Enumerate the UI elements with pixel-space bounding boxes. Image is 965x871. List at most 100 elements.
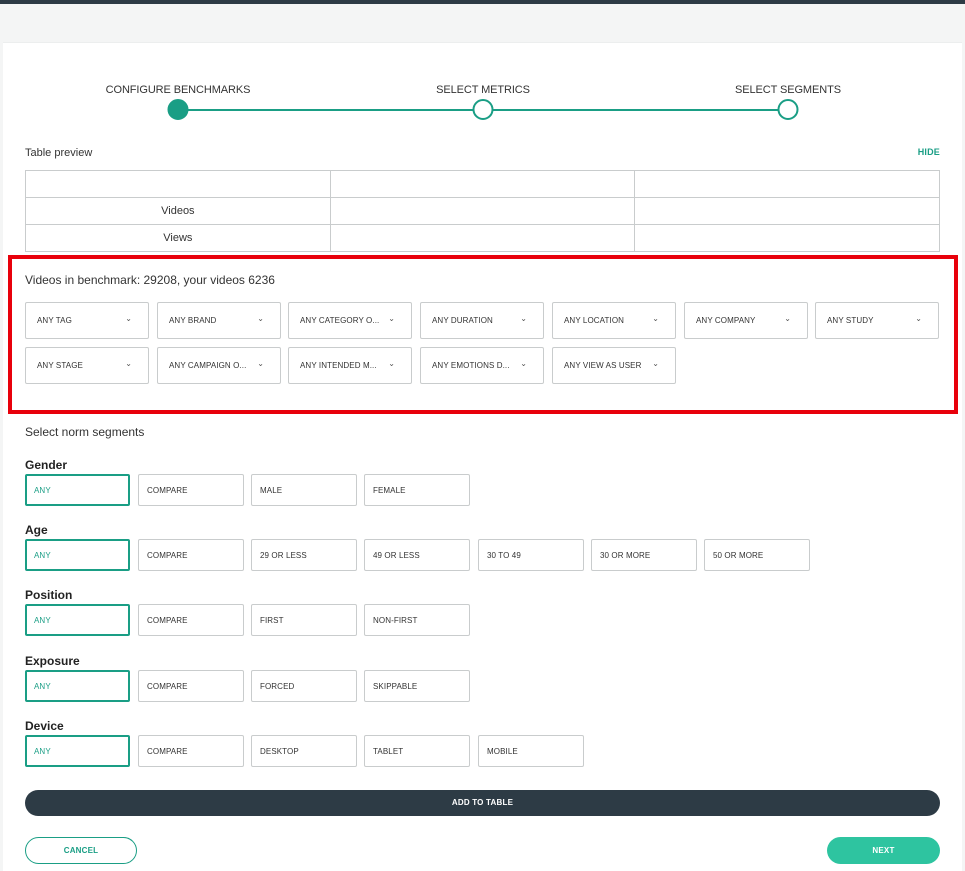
filter-category[interactable]: ANY CATEGORY O... ⌄	[288, 302, 412, 339]
option-label: SKIPPABLE	[373, 682, 418, 691]
filter-stage[interactable]: ANY STAGE ⌄	[25, 347, 149, 384]
hide-preview-link[interactable]: HIDE	[918, 147, 940, 157]
filter-intended[interactable]: ANY INTENDED M... ⌄	[288, 347, 412, 384]
device-tablet-button[interactable]: TABLET	[364, 735, 470, 767]
filter-label: ANY STUDY	[827, 316, 874, 325]
table-cell	[634, 170, 940, 198]
filter-label: ANY CAMPAIGN O...	[169, 361, 247, 370]
age-30-to-49-button[interactable]: 30 TO 49	[478, 539, 584, 571]
option-label: FIRST	[260, 616, 284, 625]
chevron-down-icon: ⌄	[125, 314, 132, 323]
benchmark-count-text: Videos in benchmark: 29208, your videos …	[25, 273, 275, 287]
chevron-down-icon: ⌄	[652, 359, 659, 368]
option-label: 29 OR LESS	[260, 551, 307, 560]
filter-study[interactable]: ANY STUDY ⌄	[815, 302, 939, 339]
table-cell	[329, 197, 636, 225]
configure-card: CONFIGURE BENCHMARKS SELECT METRICS SELE…	[3, 42, 962, 871]
position-any-button[interactable]: ANY	[25, 604, 130, 636]
exposure-compare-button[interactable]: COMPARE	[138, 670, 244, 702]
filter-campaign[interactable]: ANY CAMPAIGN O... ⌄	[157, 347, 281, 384]
gender-compare-button[interactable]: COMPARE	[138, 474, 244, 506]
option-label: ANY	[34, 551, 51, 560]
filter-location[interactable]: ANY LOCATION ⌄	[552, 302, 676, 339]
option-label: ANY	[34, 486, 51, 495]
age-29-or-less-button[interactable]: 29 OR LESS	[251, 539, 357, 571]
segment-label-age: Age	[25, 523, 48, 537]
step-dot-metrics[interactable]	[472, 99, 494, 120]
filter-label: ANY STAGE	[37, 361, 83, 370]
age-50-or-more-button[interactable]: 50 OR MORE	[704, 539, 810, 571]
step-label-segments: SELECT SEGMENTS	[735, 84, 841, 96]
add-to-table-button[interactable]: ADD TO TABLE	[25, 790, 940, 816]
segment-label-gender: Gender	[25, 458, 68, 472]
chevron-down-icon: ⌄	[388, 359, 395, 368]
filter-tag[interactable]: ANY TAG ⌄	[25, 302, 149, 339]
option-label: FORCED	[260, 682, 295, 691]
stepper: CONFIGURE BENCHMARKS SELECT METRICS SELE…	[3, 43, 962, 133]
exposure-forced-button[interactable]: FORCED	[251, 670, 357, 702]
filter-company[interactable]: ANY COMPANY ⌄	[684, 302, 808, 339]
age-49-or-less-button[interactable]: 49 OR LESS	[364, 539, 470, 571]
preview-table: Videos Views	[25, 170, 940, 252]
filter-duration[interactable]: ANY DURATION ⌄	[420, 302, 544, 339]
step-label-configure: CONFIGURE BENCHMARKS	[105, 84, 251, 96]
device-any-button[interactable]: ANY	[25, 735, 130, 767]
chevron-down-icon: ⌄	[784, 314, 791, 323]
step-dot-configure[interactable]	[167, 99, 189, 120]
next-button[interactable]: NEXT	[827, 837, 940, 864]
top-bar	[0, 0, 965, 4]
option-label: DESKTOP	[260, 747, 299, 756]
benchmark-filters-box: Videos in benchmark: 29208, your videos …	[8, 255, 958, 414]
cancel-button[interactable]: CANCEL	[25, 837, 137, 864]
filter-label: ANY CATEGORY O...	[300, 316, 380, 325]
table-preview-title: Table preview	[25, 147, 93, 159]
filter-label: ANY LOCATION	[564, 316, 625, 325]
option-label: TABLET	[373, 747, 404, 756]
segment-label-position: Position	[25, 588, 73, 602]
exposure-skippable-button[interactable]: SKIPPABLE	[364, 670, 470, 702]
table-cell	[634, 197, 940, 225]
exposure-any-button[interactable]: ANY	[25, 670, 130, 702]
chevron-down-icon: ⌄	[125, 359, 132, 368]
option-label: COMPARE	[147, 682, 188, 691]
gender-any-button[interactable]: ANY	[25, 474, 130, 506]
chevron-down-icon: ⌄	[520, 359, 527, 368]
filter-emotions[interactable]: ANY EMOTIONS D... ⌄	[420, 347, 544, 384]
option-label: 50 OR MORE	[713, 551, 764, 560]
filter-label: ANY BRAND	[169, 316, 217, 325]
option-label: MALE	[260, 486, 283, 495]
filter-label: ANY EMOTIONS D...	[432, 361, 510, 370]
device-compare-button[interactable]: COMPARE	[138, 735, 244, 767]
option-label: ANY	[34, 747, 51, 756]
position-first-button[interactable]: FIRST	[251, 604, 357, 636]
table-cell: Videos	[25, 197, 331, 225]
age-compare-button[interactable]: COMPARE	[138, 539, 244, 571]
chevron-down-icon: ⌄	[652, 314, 659, 323]
filter-label: ANY INTENDED M...	[300, 361, 377, 370]
chevron-down-icon: ⌄	[915, 314, 922, 323]
filter-brand[interactable]: ANY BRAND ⌄	[157, 302, 281, 339]
filter-label: ANY COMPANY	[696, 316, 756, 325]
age-any-button[interactable]: ANY	[25, 539, 130, 571]
position-compare-button[interactable]: COMPARE	[138, 604, 244, 636]
table-row: Views	[25, 224, 940, 252]
age-30-or-more-button[interactable]: 30 OR MORE	[591, 539, 697, 571]
gender-male-button[interactable]: MALE	[251, 474, 357, 506]
segment-label-device: Device	[25, 719, 64, 733]
chevron-down-icon: ⌄	[388, 314, 395, 323]
option-label: COMPARE	[147, 616, 188, 625]
chevron-down-icon: ⌄	[257, 359, 264, 368]
option-label: COMPARE	[147, 747, 188, 756]
device-mobile-button[interactable]: MOBILE	[478, 735, 584, 767]
table-cell	[329, 170, 636, 198]
table-cell: Views	[25, 224, 331, 252]
filter-view-as-user[interactable]: ANY VIEW AS USER ⌄	[552, 347, 676, 384]
device-desktop-button[interactable]: DESKTOP	[251, 735, 357, 767]
position-non-first-button[interactable]: NON-FIRST	[364, 604, 470, 636]
option-label: 49 OR LESS	[373, 551, 420, 560]
chevron-down-icon: ⌄	[520, 314, 527, 323]
gender-female-button[interactable]: FEMALE	[364, 474, 470, 506]
filter-label: ANY DURATION	[432, 316, 493, 325]
step-dot-segments[interactable]	[777, 99, 799, 120]
option-label: COMPARE	[147, 486, 188, 495]
